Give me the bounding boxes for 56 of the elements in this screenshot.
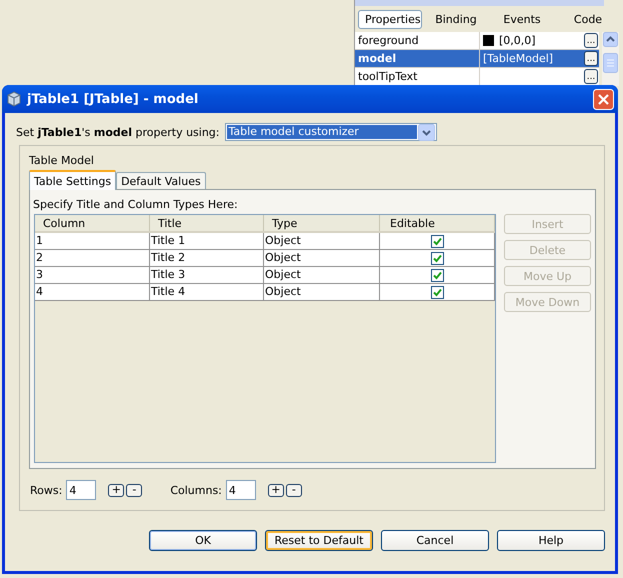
property-name: model [355,50,480,67]
checkbox[interactable] [431,252,444,264]
panel-tab[interactable]: Binding [424,10,488,29]
cube-icon [6,91,22,107]
panel-tab[interactable]: Code [556,10,620,29]
table-cell: 4 [35,284,150,300]
dialog-button[interactable]: Cancel [381,530,489,551]
table-cell: Object [264,250,380,266]
window-title: jTable1 [JTable] - model [27,92,200,106]
ellipsis-button[interactable]: ... [584,51,598,66]
dialog-button[interactable]: OK [149,530,257,551]
tab[interactable]: Table Settings [29,170,116,190]
table-cell: Title 3 [150,267,264,283]
close-icon[interactable] [593,88,614,110]
counter-label: Rows: [30,484,62,496]
scroll-thumb[interactable] [603,53,618,73]
table-cell: Object [264,233,380,249]
checkbox[interactable] [431,234,444,248]
ellipsis-button[interactable]: ... [584,33,598,48]
scrollbar[interactable] [602,32,619,86]
property-value: [0,0,0] [499,34,536,47]
column-header[interactable]: Type [264,215,380,231]
column-header[interactable]: Column [35,215,150,231]
panel-tab[interactable]: Properties [358,10,422,29]
property-name: foreground [355,32,480,49]
minus-button[interactable]: - [126,484,142,496]
tab[interactable]: Default Values [116,172,206,189]
table-cell: Object [264,284,380,300]
dialog-button[interactable]: Help [497,530,605,551]
instruction-text: Specify Title and Column Types Here: [33,198,239,213]
plus-button[interactable]: + [108,484,124,496]
minus-button[interactable]: - [286,484,302,496]
checkbox[interactable] [431,268,444,282]
checkbox[interactable] [431,286,444,298]
panel-tab[interactable]: Events [490,10,554,29]
table-cell: Title 1 [150,233,264,249]
source-dropdown[interactable]: Table model customizer [224,123,437,141]
counter-label: Columns: [170,484,222,496]
counter-field[interactable]: 4 [226,480,256,500]
scroll-up-icon[interactable] [603,32,618,47]
dialog-button[interactable]: Reset to Default [265,530,373,551]
property-row[interactable]: model [TableModel] ... [355,50,599,68]
table-cell: Title 2 [150,250,264,266]
table-cell: 3 [35,267,150,283]
property-value: [TableModel] [483,52,554,65]
source-label: Set jTable1's model property using: [16,126,220,138]
counter-field[interactable]: 4 [66,480,96,500]
column-header[interactable]: Title [150,215,264,231]
table-cell: 2 [35,250,150,266]
table-cell: Object [264,267,380,283]
column-header[interactable]: Editable [380,215,495,231]
group-title: Table Model [29,154,95,169]
ellipsis-button[interactable]: ... [584,69,598,84]
table-cell: Title 4 [150,284,264,300]
table-cell: 1 [35,233,150,249]
plus-button[interactable]: + [268,484,284,496]
